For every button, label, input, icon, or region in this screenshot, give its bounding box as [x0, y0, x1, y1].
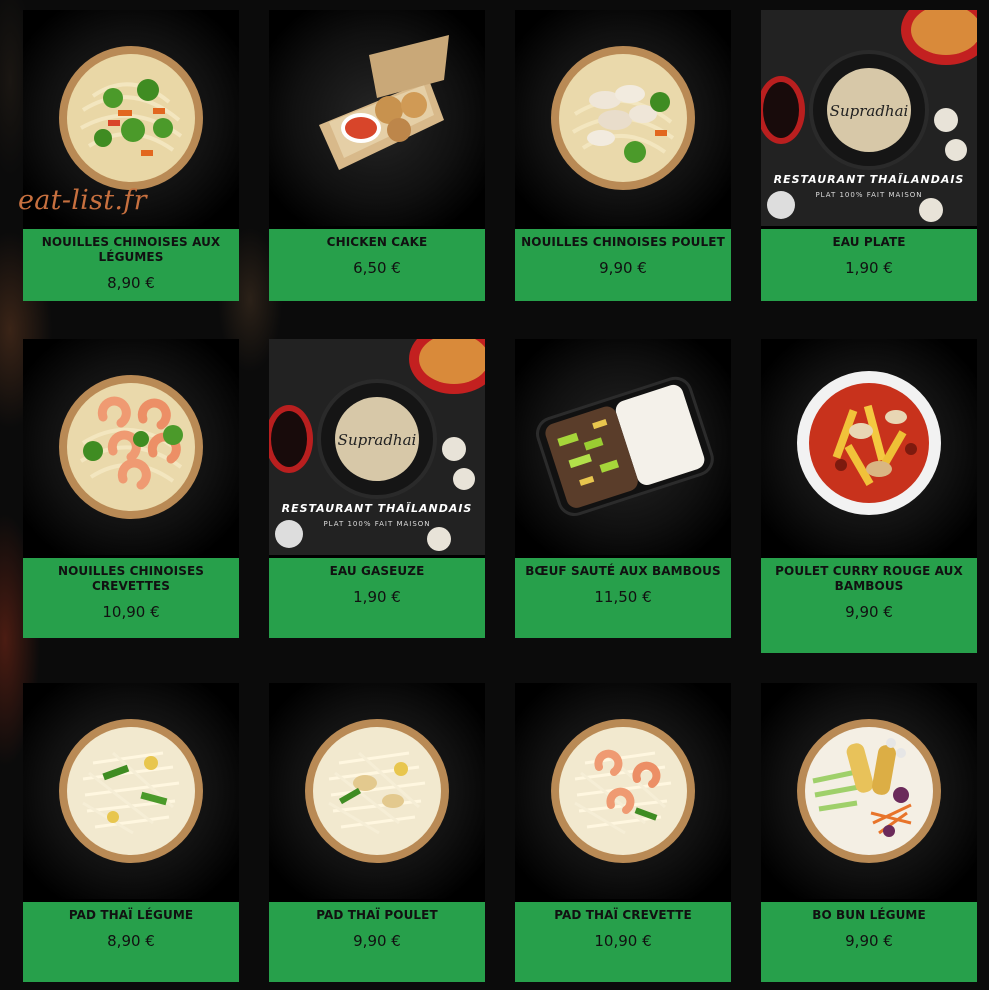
banner-title: RESTAURANT THAÏLANDAIS: [282, 501, 473, 515]
menu-card-info: BO BUN LÉGUME 9,90 €: [761, 902, 977, 982]
dish-name: POULET CURRY ROUGE AUX BAMBOUS: [775, 564, 963, 593]
dish-name: CHICKEN CAKE: [326, 235, 428, 249]
dish-name: NOUILLES CHINOISES AUX LÉGUMES: [41, 235, 221, 264]
dish-price: 6,50 €: [353, 259, 401, 277]
beef-rice-tray-icon: [536, 376, 714, 516]
dish-photo: [515, 339, 731, 555]
menu-card-nouilles-legumes[interactable]: NOUILLES CHINOISES AUX LÉGUMES 8,90 €: [23, 10, 239, 301]
padthai-bowl-icon: [551, 719, 695, 863]
menu-card-info: NOUILLES CHINOISES CREVETTES 10,90 €: [23, 558, 239, 638]
menu-card-nouilles-crevettes[interactable]: NOUILLES CHINOISES CREVETTES 10,90 €: [23, 339, 239, 638]
restaurant-logo-icon: Supradhai RESTAURANT THAÏLANDAIS PLAT 10…: [269, 339, 485, 555]
dish-price: 8,90 €: [107, 274, 155, 292]
menu-card-pad-thai-legume[interactable]: PAD THAÏ LÉGUME 8,90 €: [23, 683, 239, 982]
menu-card-info: PAD THAÏ POULET 9,90 €: [269, 902, 485, 982]
noodle-bowl-icon: [551, 46, 695, 190]
dish-name: BŒUF SAUTÉ AUX BAMBOUS: [525, 564, 721, 578]
restaurant-banner-photo: Supradhai RESTAURANT THAÏLANDAIS PLAT 10…: [761, 10, 977, 226]
logo-text: Supradhai: [338, 431, 417, 449]
dish-price: 10,90 €: [594, 932, 652, 950]
dish-price: 10,90 €: [102, 603, 160, 621]
menu-card-info: CHICKEN CAKE 6,50 €: [269, 229, 485, 301]
dish-price: 9,90 €: [845, 603, 893, 621]
restaurant-banner-photo: Supradhai RESTAURANT THAÏLANDAIS PLAT 10…: [269, 339, 485, 555]
menu-card-poulet-curry[interactable]: POULET CURRY ROUGE AUX BAMBOUS 9,90 €: [761, 339, 977, 653]
menu-card-info: NOUILLES CHINOISES POULET 9,90 €: [515, 229, 731, 301]
menu-card-info: EAU PLATE 1,90 €: [761, 229, 977, 301]
menu-card-info: PAD THAÏ CREVETTE 10,90 €: [515, 902, 731, 982]
banner-title: RESTAURANT THAÏLANDAIS: [774, 172, 965, 186]
dish-photo: [515, 683, 731, 899]
dish-price: 9,90 €: [353, 932, 401, 950]
menu-card-eau-gaseuze[interactable]: Supradhai RESTAURANT THAÏLANDAIS PLAT 10…: [269, 339, 485, 638]
dish-photo: [269, 10, 485, 226]
dish-price: 9,90 €: [845, 932, 893, 950]
dish-name: NOUILLES CHINOISES POULET: [521, 235, 725, 249]
menu-card-chicken-cake[interactable]: CHICKEN CAKE 6,50 €: [269, 10, 485, 301]
dish-name: NOUILLES CHINOISES CREVETTES: [57, 564, 205, 593]
padthai-bowl-icon: [305, 719, 449, 863]
noodle-bowl-icon: [59, 375, 203, 519]
watermark-text: eat-list.fr: [18, 185, 147, 216]
menu-card-eau-plate[interactable]: Supradhai RESTAURANT THAÏLANDAIS PLAT 10…: [761, 10, 977, 301]
menu-card-nouilles-poulet[interactable]: NOUILLES CHINOISES POULET 9,90 €: [515, 10, 731, 301]
menu-card-info: NOUILLES CHINOISES AUX LÉGUMES 8,90 €: [23, 229, 239, 301]
dish-name: PAD THAÏ LÉGUME: [68, 908, 194, 922]
chicken-cake-icon: [319, 35, 449, 170]
dish-photo: [23, 683, 239, 899]
menu-card-info: POULET CURRY ROUGE AUX BAMBOUS 9,90 €: [761, 558, 977, 653]
dish-name: PAD THAÏ POULET: [316, 908, 438, 922]
dish-name: EAU PLATE: [832, 235, 906, 249]
menu-card-info: BŒUF SAUTÉ AUX BAMBOUS 11,50 €: [515, 558, 731, 638]
banner-subtitle: PLAT 100% FAIT MAISON: [323, 520, 430, 528]
bobun-bowl-icon: [797, 719, 941, 863]
menu-card-info: PAD THAÏ LÉGUME 8,90 €: [23, 902, 239, 982]
dish-photo: [761, 683, 977, 899]
menu-card-info: EAU GASEUZE 1,90 €: [269, 558, 485, 638]
red-curry-bowl-icon: [797, 371, 941, 515]
dish-price: 11,50 €: [594, 588, 652, 606]
menu-card-bo-bun-legume[interactable]: BO BUN LÉGUME 9,90 €: [761, 683, 977, 982]
dish-price: 1,90 €: [353, 588, 401, 606]
dish-name: PAD THAÏ CREVETTE: [554, 908, 692, 922]
menu-card-boeuf-saute[interactable]: BŒUF SAUTÉ AUX BAMBOUS 11,50 €: [515, 339, 731, 638]
dish-photo: [761, 339, 977, 555]
restaurant-logo-icon: Supradhai RESTAURANT THAÏLANDAIS PLAT 10…: [761, 10, 977, 226]
dish-photo: [23, 339, 239, 555]
dish-name: EAU GASEUZE: [329, 564, 425, 578]
dish-photo: [515, 10, 731, 226]
dish-price: 9,90 €: [599, 259, 647, 277]
menu-card-pad-thai-poulet[interactable]: PAD THAÏ POULET 9,90 €: [269, 683, 485, 982]
banner-subtitle: PLAT 100% FAIT MAISON: [815, 191, 922, 199]
dish-price: 8,90 €: [107, 932, 155, 950]
menu-card-pad-thai-crevette[interactable]: PAD THAÏ CREVETTE 10,90 €: [515, 683, 731, 982]
logo-text: Supradhai: [830, 102, 909, 120]
dish-name: BO BUN LÉGUME: [812, 908, 926, 922]
dish-price: 1,90 €: [845, 259, 893, 277]
padthai-bowl-icon: [59, 719, 203, 863]
dish-photo: [269, 683, 485, 899]
